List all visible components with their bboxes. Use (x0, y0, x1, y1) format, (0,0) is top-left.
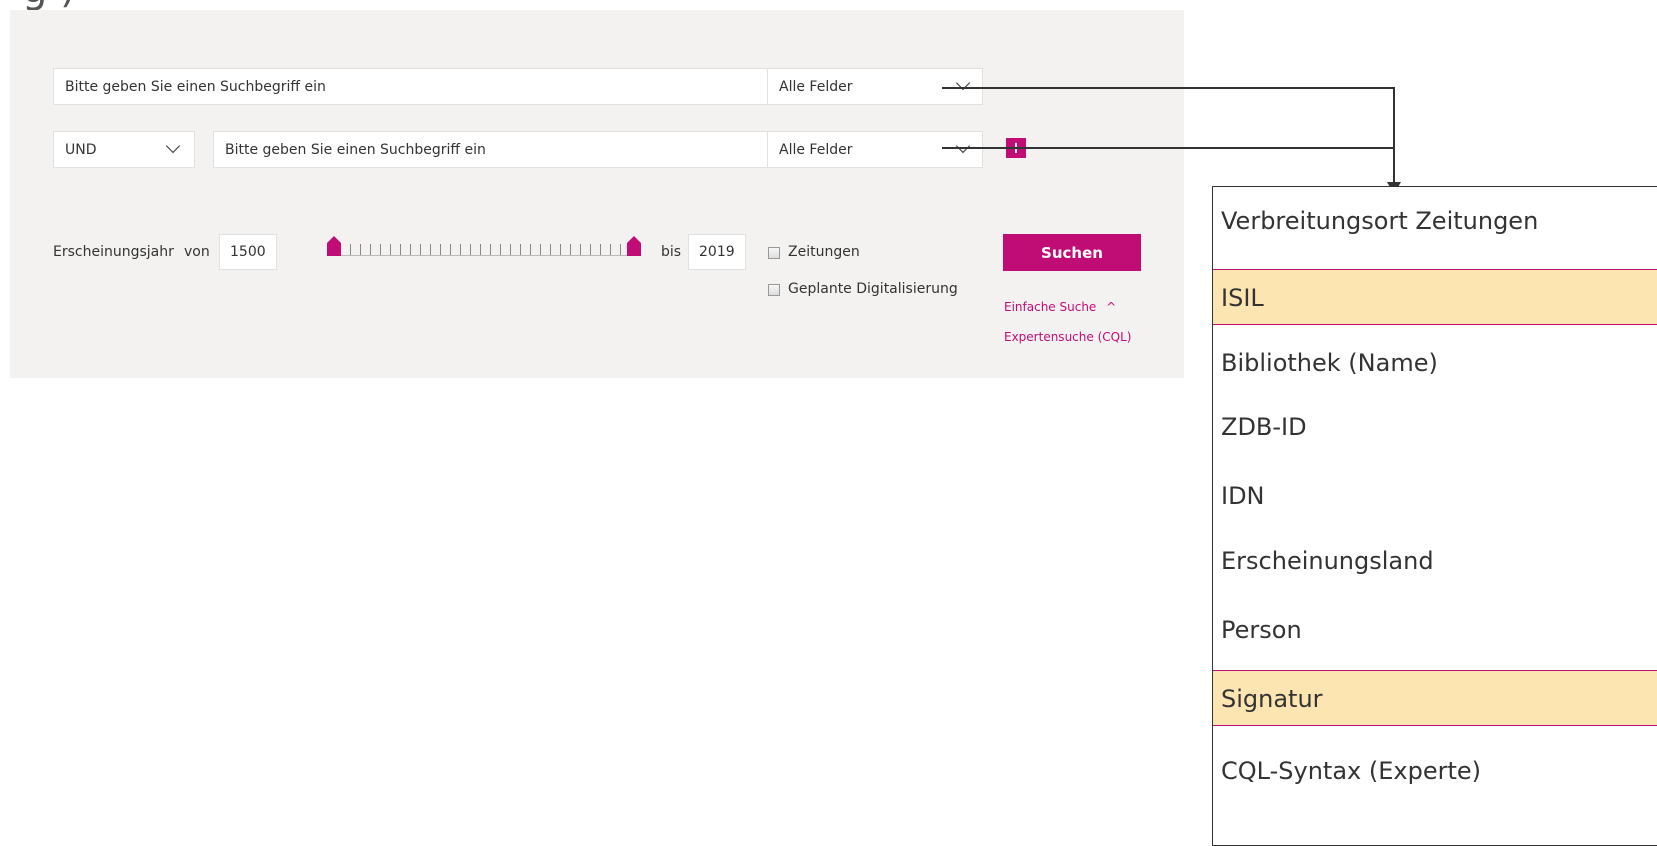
dropdown-option-highlighted[interactable]: ISIL (1213, 269, 1657, 325)
field-dropdown-list: Verbreitungsort Zeitungen ISIL Bibliothe… (1212, 186, 1657, 846)
dropdown-option[interactable]: ZDB-ID (1213, 399, 1657, 455)
dropdown-option-highlighted[interactable]: Signatur (1213, 670, 1657, 726)
dropdown-option[interactable]: Erscheinungsland (1213, 533, 1657, 589)
dropdown-option[interactable]: IDN (1213, 468, 1657, 524)
dropdown-option[interactable]: CQL-Syntax (Experte) (1213, 743, 1657, 799)
dropdown-option[interactable]: Bibliothek (Name) (1213, 335, 1657, 391)
dropdown-option[interactable]: Verbreitungsort Zeitungen (1213, 193, 1657, 249)
dropdown-option[interactable]: Person (1213, 602, 1657, 658)
